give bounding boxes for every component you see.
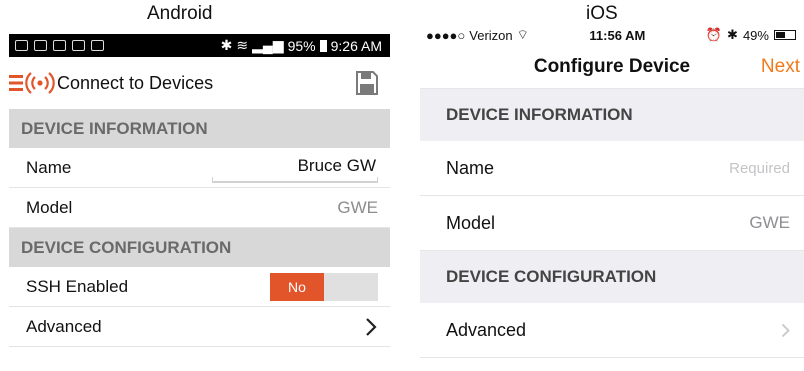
battery-icon: [773, 30, 796, 40]
advanced-row[interactable]: Advanced: [9, 307, 390, 347]
name-row: Name Bruce GW: [9, 148, 390, 188]
notification-icon: [15, 40, 28, 51]
model-row: Model GWE: [9, 188, 390, 228]
section-header-device-information: DEVICE INFORMATION: [9, 109, 390, 148]
battery-percent: 95%: [287, 37, 316, 54]
ios-column-title: iOS: [586, 3, 618, 24]
alarm-icon: ⏰: [705, 27, 723, 42]
advanced-label: Advanced: [26, 316, 102, 336]
notification-icon: [34, 40, 47, 51]
model-value: GWE: [749, 213, 790, 232]
wifi-icon: ⌔: [516, 27, 529, 42]
android-status-bar: ✱ ≋ ▂▄▆ 95% 9:26 AM: [9, 34, 390, 57]
page-title: Configure Device: [533, 55, 691, 77]
notification-icon: [72, 40, 85, 51]
model-value: GWE: [337, 197, 378, 217]
model-row: Model GWE: [420, 196, 804, 251]
battery-percent: 49%: [742, 27, 769, 43]
save-icon[interactable]: [356, 71, 378, 95]
notification-icon: [53, 40, 66, 51]
ios-nav-bar: Configure Device Next: [420, 45, 804, 89]
chevron-right-icon: [366, 317, 377, 336]
signal-dots-icon: ●●●●○: [426, 27, 466, 43]
next-button[interactable]: Next: [761, 56, 800, 78]
advanced-row[interactable]: Advanced: [420, 303, 804, 358]
section-header-device-configuration: DEVICE CONFIGURATION: [420, 251, 804, 303]
section-header-device-information: DEVICE INFORMATION: [420, 89, 804, 141]
page-title: Connect to Devices: [57, 72, 214, 93]
ssh-toggle[interactable]: No: [270, 272, 378, 301]
android-column-title: Android: [147, 3, 213, 24]
ios-screen: ●●●●○ Verizon ⌔ 11:56 AM ⏰ ✱ 49% Configu…: [420, 25, 804, 371]
carrier-name: Verizon: [469, 27, 513, 43]
ssh-row: SSH Enabled No: [9, 267, 390, 307]
wifi-icon: ≋: [236, 37, 249, 53]
android-toolbar: Connect to Devices: [9, 57, 390, 109]
notification-icons: [15, 40, 104, 51]
battery-icon: [319, 39, 327, 52]
status-time: 11:56 AM: [589, 27, 646, 43]
model-label: Model: [26, 197, 73, 217]
advanced-label: Advanced: [446, 319, 527, 340]
menu-broadcast-icon[interactable]: [9, 69, 55, 97]
ssh-label: SSH Enabled: [26, 276, 129, 296]
name-field[interactable]: Required: [729, 160, 790, 177]
signal-icon: ▂▄▆: [252, 37, 284, 53]
bluetooth-icon: ✱: [220, 37, 233, 53]
status-time: 9:26 AM: [330, 37, 382, 54]
name-row: Name Required: [420, 141, 804, 196]
name-label: Name: [26, 157, 72, 177]
model-label: Model: [446, 212, 496, 233]
chevron-right-icon: [781, 323, 790, 337]
android-screen: ✱ ≋ ▂▄▆ 95% 9:26 AM Connect to Devices D…: [9, 34, 390, 371]
name-label: Name: [446, 157, 495, 178]
ios-status-bar: ●●●●○ Verizon ⌔ 11:56 AM ⏰ ✱ 49%: [420, 25, 804, 45]
name-field[interactable]: Bruce GW: [212, 152, 378, 183]
bluetooth-icon: ✱: [727, 27, 738, 42]
notification-icon: [91, 40, 104, 51]
ssh-toggle-state: No: [270, 272, 324, 301]
section-header-device-configuration: DEVICE CONFIGURATION: [9, 228, 390, 267]
